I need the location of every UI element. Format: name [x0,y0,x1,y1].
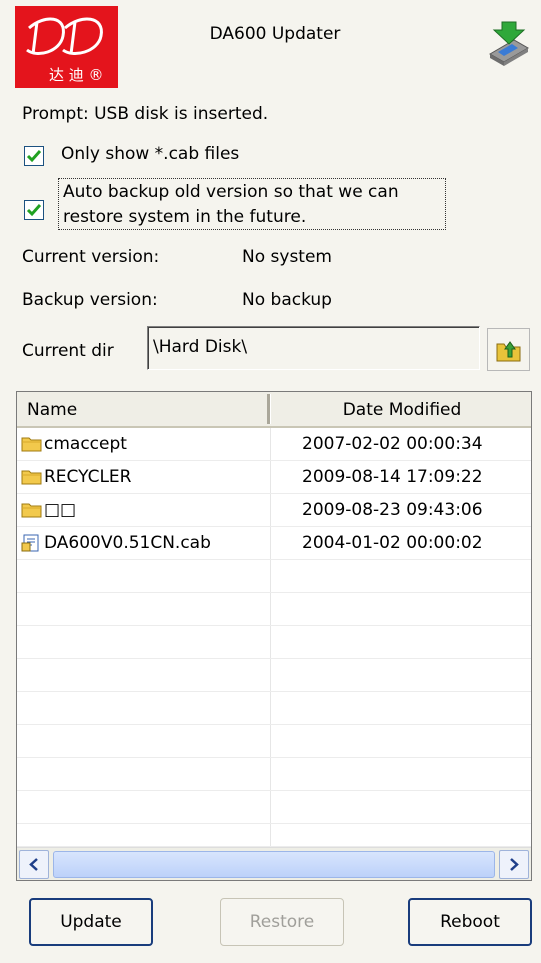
file-list[interactable]: Name Date Modified cmaccept 2007-02-02 0… [16,391,532,881]
column-header-name[interactable]: Name [27,400,77,420]
empty-row [17,560,531,593]
file-row[interactable]: RECYCLER 2009-08-14 17:09:22 [17,461,531,494]
file-name: DA600V0.51CN.cab [44,533,211,553]
update-button[interactable]: Update [29,898,153,946]
only-cab-checkbox[interactable] [24,146,44,166]
file-name: cmaccept [44,434,127,454]
folder-icon [21,467,43,487]
file-name: RECYCLER [44,467,132,487]
empty-row [17,593,531,626]
auto-backup-checkbox[interactable] [24,200,44,220]
prompt-text: Prompt: USB disk is inserted. [22,104,269,124]
empty-row [17,824,531,847]
current-version-value: No system [242,247,332,267]
current-version-label: Current version: [22,247,160,267]
empty-row [17,659,531,692]
file-row[interactable]: □□ 2009-08-23 09:43:06 [17,494,531,527]
column-header-date[interactable]: Date Modified [273,400,531,420]
usb-disk-icon [484,18,532,68]
backup-version-value: No backup [242,290,332,310]
cab-file-icon [21,533,43,553]
auto-backup-label[interactable]: Auto backup old version so that we can r… [58,178,446,230]
scroll-thumb[interactable] [53,851,495,878]
restore-button[interactable]: Restore [220,898,344,946]
column-resize-handle[interactable] [267,394,271,424]
chevron-left-icon [29,858,38,871]
backup-version-label: Backup version: [22,290,158,310]
file-row[interactable]: cmaccept 2007-02-02 00:00:34 [17,428,531,461]
file-name: □□ [44,500,77,520]
empty-row [17,626,531,659]
folder-up-icon [496,341,521,362]
scroll-right-button[interactable] [499,850,529,879]
file-date: 2007-02-02 00:00:34 [302,434,483,454]
app-title: DA600 Updater [209,24,341,44]
file-date: 2004-01-02 00:00:02 [302,533,483,553]
horizontal-scrollbar[interactable] [17,847,531,880]
current-dir-label: Current dir [22,341,114,361]
parent-folder-button[interactable] [487,328,530,371]
scroll-left-button[interactable] [19,850,49,879]
empty-row [17,758,531,791]
empty-row [17,692,531,725]
chevron-right-icon [510,858,519,871]
folder-icon [21,500,43,520]
app-logo: 达 迪 ® [15,6,118,88]
empty-row [17,725,531,758]
file-row[interactable]: DA600V0.51CN.cab 2004-01-02 00:00:02 [17,527,531,560]
file-date: 2009-08-23 09:43:06 [302,500,483,520]
file-date: 2009-08-14 17:09:22 [302,467,483,487]
current-dir-field[interactable]: \Hard Disk\ [147,326,480,370]
only-cab-label[interactable]: Only show *.cab files [61,144,239,164]
logo-text: 达 迪 ® [49,66,104,84]
list-header: Name Date Modified [17,392,531,428]
reboot-button[interactable]: Reboot [408,898,532,946]
empty-row [17,791,531,824]
folder-icon [21,434,43,454]
